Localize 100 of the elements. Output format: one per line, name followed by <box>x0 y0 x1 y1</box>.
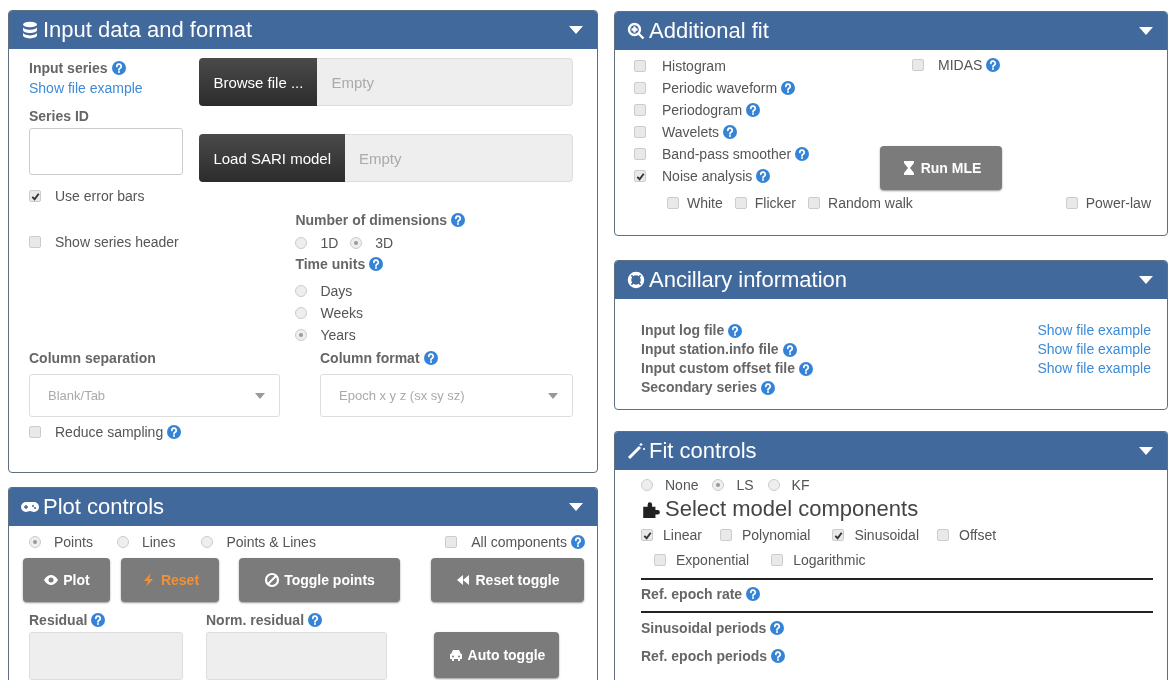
checkbox-label: MIDAS <box>938 57 983 73</box>
radio-button[interactable] <box>767 479 780 491</box>
checkbox[interactable] <box>634 104 646 116</box>
zoom-in-icon <box>627 22 645 40</box>
checkbox-label: Power-law <box>1085 195 1151 211</box>
panel-header[interactable]: Plot controls <box>9 488 597 526</box>
example-link[interactable]: Show file example <box>1037 359 1151 378</box>
caret-icon[interactable] <box>1139 27 1153 35</box>
help-icon[interactable] <box>91 613 106 627</box>
checkbox[interactable] <box>667 197 679 209</box>
checkbox[interactable] <box>734 197 747 209</box>
radio-button[interactable] <box>641 479 653 491</box>
checkbox[interactable] <box>634 126 646 138</box>
file-field[interactable]: Empty <box>317 58 573 106</box>
reset-toggle-button[interactable]: Reset toggle <box>431 558 584 602</box>
checkbox-label: White <box>687 195 723 211</box>
radio-label: Points & Lines <box>226 534 316 550</box>
radio-button[interactable] <box>295 285 308 297</box>
caret-icon[interactable] <box>1139 276 1153 284</box>
series-id-field[interactable] <box>29 128 183 175</box>
checkbox[interactable] <box>1065 197 1078 209</box>
help-icon[interactable] <box>986 58 1001 72</box>
checkbox[interactable] <box>29 236 41 248</box>
help-icon[interactable] <box>760 380 775 395</box>
radio-button[interactable] <box>295 237 308 249</box>
caret-icon[interactable] <box>1139 447 1153 455</box>
residual-field[interactable] <box>206 632 387 680</box>
caret-icon[interactable] <box>569 503 583 511</box>
panel-header[interactable]: Additional fit <box>615 12 1167 50</box>
checkbox-label: Periodogram <box>662 102 743 118</box>
checkbox[interactable] <box>808 197 821 209</box>
radio-button[interactable] <box>712 479 725 491</box>
help-icon[interactable] <box>770 621 785 635</box>
example-link[interactable]: Show file example <box>1037 340 1151 359</box>
ban-icon <box>264 572 281 588</box>
checkbox-label: Histogram <box>662 57 726 74</box>
radio-button[interactable] <box>201 536 214 548</box>
help-icon[interactable] <box>756 169 771 183</box>
toggle-points-button[interactable]: Toggle points <box>239 558 400 602</box>
checkbox-label: Periodic waveform <box>662 80 778 96</box>
help-icon[interactable] <box>723 125 738 139</box>
radio-button[interactable] <box>295 307 308 319</box>
panel-title: Input data and format <box>43 17 254 43</box>
residual-field[interactable] <box>29 632 183 680</box>
help-icon[interactable] <box>746 587 761 601</box>
browse-button[interactable]: Browse file ... <box>199 58 318 106</box>
help-icon[interactable] <box>423 351 438 365</box>
checkbox[interactable] <box>634 59 646 72</box>
checkbox-label: Reduce sampling <box>55 424 164 440</box>
checkbox[interactable] <box>634 170 646 182</box>
checkbox[interactable] <box>832 529 845 541</box>
radio-button[interactable] <box>295 329 308 341</box>
dropdown[interactable]: Blank/Tab <box>29 374 280 417</box>
example-link[interactable]: Show file example <box>29 80 143 96</box>
auto-toggle-button[interactable]: Auto toggle <box>434 632 559 678</box>
panel-title: Additional fit <box>649 18 770 44</box>
help-icon[interactable] <box>111 61 126 75</box>
help-icon[interactable] <box>795 147 810 161</box>
checkbox[interactable] <box>634 82 646 94</box>
checkbox[interactable] <box>937 529 949 541</box>
panel-header[interactable]: Fit controls <box>615 432 1167 470</box>
checkbox[interactable] <box>641 529 653 541</box>
help-icon[interactable] <box>167 425 182 439</box>
help-icon[interactable] <box>782 342 797 357</box>
checkbox-label: Offset <box>959 527 997 543</box>
panel-header[interactable]: Input data and format <box>9 11 597 49</box>
plot-button[interactable]: Plot <box>23 558 110 602</box>
run-mle-button[interactable]: Run MLE <box>880 146 1002 190</box>
caret-icon[interactable] <box>569 26 583 34</box>
help-icon[interactable] <box>746 103 761 117</box>
field-label: Residual <box>29 612 88 628</box>
help-icon[interactable] <box>369 257 384 271</box>
checkbox[interactable] <box>445 536 458 548</box>
help-icon[interactable] <box>451 213 466 227</box>
checkbox[interactable] <box>634 148 646 160</box>
field-label: Time units <box>295 256 366 272</box>
load-model-button[interactable]: Load SARI model <box>199 134 345 182</box>
radio-label: Weeks <box>320 305 363 321</box>
help-icon[interactable] <box>308 613 323 627</box>
radio-button[interactable] <box>116 536 129 548</box>
checkbox[interactable] <box>654 554 666 566</box>
checkbox[interactable] <box>719 529 732 541</box>
radio-button[interactable] <box>350 237 363 249</box>
checkbox[interactable] <box>29 426 41 438</box>
help-icon[interactable] <box>799 361 813 376</box>
help-icon[interactable] <box>728 323 743 338</box>
help-icon[interactable] <box>781 81 796 95</box>
field-label: Ref. epoch rate <box>641 586 743 602</box>
checkbox[interactable] <box>29 190 41 202</box>
dropdown[interactable]: Epoch x y z (sx sy sz) <box>320 374 573 417</box>
checkbox[interactable] <box>771 554 784 566</box>
checkbox[interactable] <box>912 59 924 71</box>
panel-header[interactable]: Ancillary information <box>615 261 1167 299</box>
file-field[interactable]: Empty <box>345 134 573 182</box>
help-icon[interactable] <box>771 649 786 663</box>
example-link[interactable]: Show file example <box>1037 321 1151 340</box>
rewind-icon <box>455 572 472 588</box>
radio-button[interactable] <box>29 536 41 548</box>
help-icon[interactable] <box>571 535 585 549</box>
field-label: Input station.info file <box>641 340 779 359</box>
